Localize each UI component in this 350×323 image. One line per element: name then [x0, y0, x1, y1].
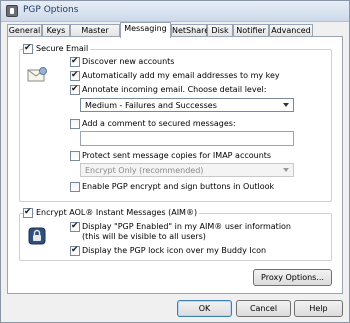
encrypt-aim-checkbox[interactable]: [23, 207, 33, 218]
lock-icon-checkbox[interactable]: [70, 245, 80, 256]
envelope-icon: [27, 67, 47, 82]
outlook-buttons-label: Enable PGP encrypt and sign buttons in O…: [82, 182, 275, 191]
pgp-lock-icon: [6, 5, 18, 17]
cancel-button[interactable]: Cancel: [236, 300, 291, 317]
encrypt-aim-label: Encrypt AOL® Instant Messages (AIM®): [34, 208, 200, 217]
protect-imap-checkbox[interactable]: [70, 151, 80, 161]
display-pgp-enabled-note: (this will be visible to all users): [82, 232, 206, 241]
title-bar[interactable]: PGP Options: [1, 1, 349, 22]
display-pgp-enabled-label: Display "PGP Enabled" in my AIM® user in…: [82, 222, 291, 231]
tab-messaging[interactable]: Messaging: [120, 22, 171, 38]
imap-mode-value: Encrypt Only (recommended): [85, 166, 204, 175]
secure-email-checkbox[interactable]: [23, 43, 33, 54]
chevron-down-icon: [283, 168, 289, 172]
secure-email-label: Secure Email: [34, 44, 91, 53]
auto-add-label: Automatically add my email addresses to …: [82, 71, 280, 80]
window-title: PGP Options: [23, 5, 79, 15]
lock-icon-label: Display the PGP lock icon over my Buddy …: [82, 246, 267, 255]
imap-mode-select[interactable]: Encrypt Only (recommended): [80, 163, 294, 177]
help-button[interactable]: Help: [294, 300, 343, 317]
annotate-label: Annotate incoming email. Choose detail l…: [82, 85, 267, 94]
add-comment-checkbox[interactable]: [70, 119, 80, 129]
add-comment-label: Add a comment to secured messages:: [82, 119, 236, 128]
messaging-panel: Secure Email Discover new accounts Autom…: [7, 36, 343, 294]
annotate-checkbox[interactable]: [70, 84, 80, 95]
discover-accounts-checkbox[interactable]: [70, 56, 80, 67]
comment-input[interactable]: [80, 131, 294, 146]
detail-level-select[interactable]: Medium - Failures and Successes: [80, 98, 294, 112]
chevron-down-icon: [283, 103, 289, 107]
detail-level-value: Medium - Failures and Successes: [85, 101, 217, 110]
display-pgp-enabled-checkbox[interactable]: [70, 221, 80, 232]
auto-add-checkbox[interactable]: [70, 70, 80, 81]
discover-accounts-label: Discover new accounts: [82, 57, 175, 66]
pgp-options-window: PGP Options General Keys Master Keys Mes…: [0, 0, 350, 323]
outlook-buttons-checkbox[interactable]: [70, 182, 80, 192]
proxy-options-button[interactable]: Proxy Options...: [253, 269, 332, 286]
ok-button[interactable]: OK: [177, 300, 232, 317]
protect-imap-label: Protect sent message copies for IMAP acc…: [82, 151, 272, 160]
aim-lock-icon: [28, 227, 46, 245]
